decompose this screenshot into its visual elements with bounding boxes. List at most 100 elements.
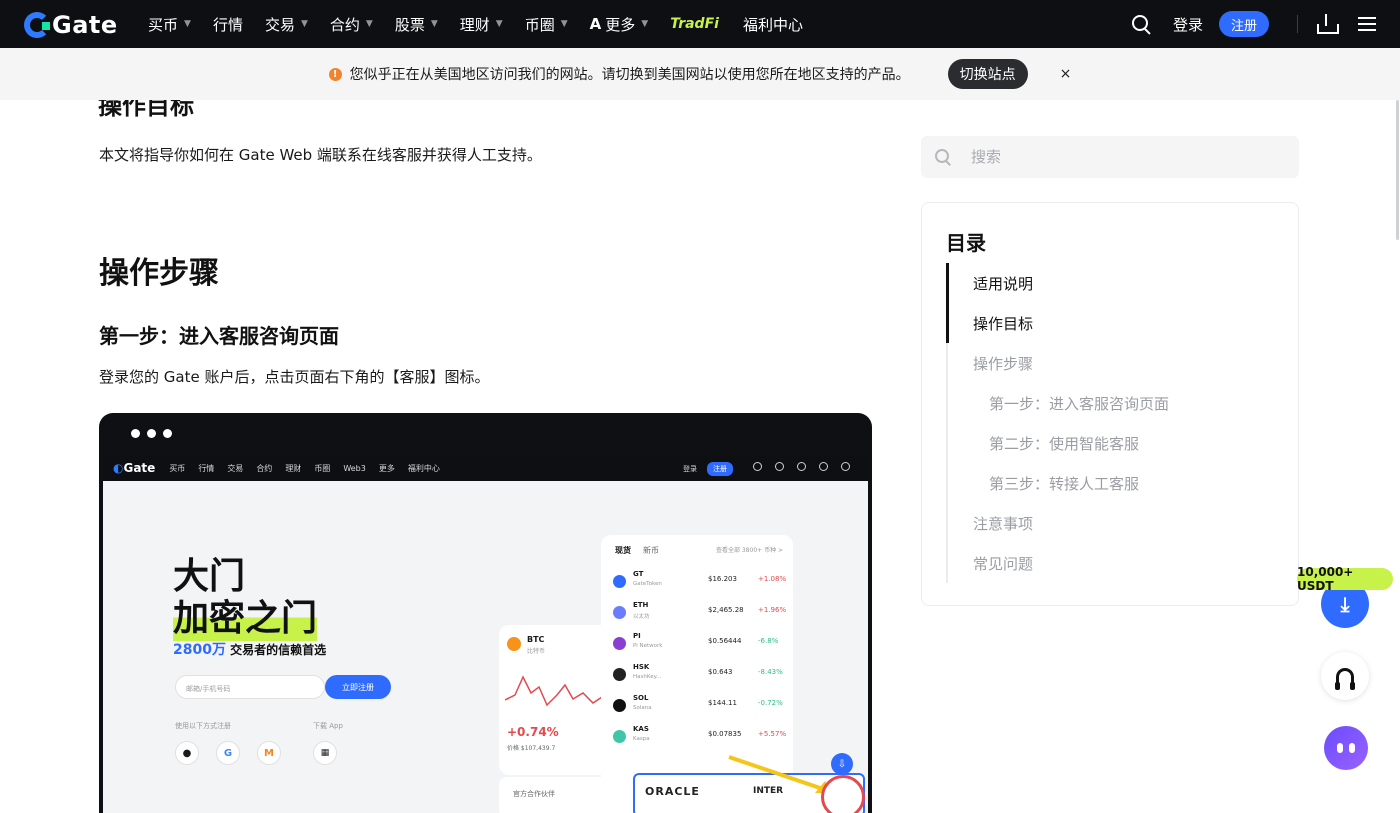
mock-download-icon: ⇩ — [831, 753, 853, 775]
coin-change: +1.96% — [758, 606, 787, 614]
floating-chatbot-button[interactable] — [1324, 726, 1368, 770]
nav-label: 股票 — [394, 15, 425, 34]
mock-other-login-label: 使用以下方式注册 — [175, 722, 231, 730]
mock-nav-item: 理财 — [285, 463, 302, 473]
mock-nav-item: 买币 — [169, 463, 186, 473]
mock-nav-item: 交易 — [227, 463, 244, 473]
nav-item-tradfi[interactable]: TradFi — [670, 16, 719, 32]
mock-btc-card: BTC 比特币 +0.74% 价格 $107,439.7 — [499, 625, 611, 775]
coin-sub: HashKey... — [633, 674, 662, 680]
login-button[interactable]: 登录 — [1173, 14, 1203, 35]
mock-social-row: ● G M — [175, 741, 298, 765]
toc-item-step3[interactable]: 第三步：转接人工客服 — [989, 473, 1139, 494]
nav-item-welfare-center[interactable]: 福利中心 — [743, 14, 803, 35]
help-search-input[interactable] — [971, 136, 1281, 178]
switch-site-button[interactable]: 切换站点 — [947, 59, 1028, 89]
coin-sub: Pi Network — [633, 643, 663, 649]
chatbot-icon — [1337, 743, 1343, 753]
mock-register-now-button: 立即注册 — [325, 675, 391, 699]
toc-item-step2[interactable]: 第二步：使用智能客服 — [989, 433, 1139, 454]
metamask-icon: M — [257, 741, 281, 765]
toc-item-steps[interactable]: 操作步骤 — [973, 353, 1033, 374]
caret-down-icon: ▼ — [560, 19, 568, 29]
nav-item-trade[interactable]: 交易 ▼ — [265, 14, 308, 35]
nav-item-more[interactable]: A 更多 ▼ — [590, 14, 649, 35]
google-icon: G — [216, 741, 240, 765]
coin-price: $2,465.28 — [708, 606, 744, 614]
coin-name: GT — [633, 570, 644, 578]
nav-item-futures[interactable]: 合约 ▼ — [330, 14, 373, 35]
gate-logo[interactable]: Gate — [24, 11, 118, 39]
coin-change: -6.8% — [758, 637, 779, 645]
nav-divider — [1297, 15, 1298, 33]
nav-item-markets[interactable]: 行情 — [213, 14, 243, 35]
caret-down-icon: ▼ — [495, 19, 503, 29]
coin-sub: 以太坊 — [633, 614, 650, 620]
mock-coin-row: KAS Kaspa $0.07835 +5.57% — [613, 724, 786, 752]
caret-down-icon: ▼ — [300, 19, 308, 29]
help-search-box — [921, 136, 1299, 178]
mock-tools — [753, 462, 863, 471]
coin-price: $0.07835 — [708, 730, 742, 738]
mock-coin-row: HSK HashKey... $0.643 -8.43% — [613, 662, 785, 690]
register-button[interactable]: 注册 — [1218, 11, 1269, 37]
mock-btc-price: 价格 $107,439.7 — [507, 745, 556, 752]
top-navigation-bar: Gate 买币 ▼ 行情 交易 ▼ 合约 ▼ 股票 ▼ 理财 ▼ 币圈 ▼ A 更多 ▼ Tra… — [0, 0, 1400, 48]
section-heading-steps: 操作步骤 — [99, 256, 219, 291]
region-notice-banner: ! 您似乎正在从美国地区访问我们的网站。请切换到美国网站以使用您所在地区支持的产… — [0, 48, 1400, 100]
nav-item-stocks[interactable]: 股票 ▼ — [395, 14, 438, 35]
coin-change: -8.43% — [758, 668, 783, 676]
region-notice-text: 您似乎正在从美国地区访问我们的网站。请切换到美国网站以使用您所在地区支持的产品。 — [349, 67, 910, 83]
mock-login: 登录 — [683, 465, 697, 473]
toc-item-scope[interactable]: 适用说明 — [973, 273, 1033, 294]
nav-item-earn[interactable]: 理财 ▼ — [460, 14, 503, 35]
nav-item-community[interactable]: 币圈 ▼ — [525, 14, 568, 35]
coin-name: SOL — [633, 694, 649, 702]
mock-nav-item: 更多 — [378, 463, 395, 473]
nav-label: 币圈 — [524, 15, 555, 34]
coin-sub: GateToken — [633, 581, 662, 587]
toc-item-goal[interactable]: 操作目标 — [973, 313, 1033, 334]
toc-item-faq[interactable]: 常见问题 — [973, 553, 1033, 574]
coin-name: HSK — [633, 663, 650, 671]
mock-page: ◐Gate 买币 行情 交易 合约 理财 币圈 Web3 更多 福利中心 登录 … — [103, 455, 868, 813]
download-icon[interactable] — [1316, 14, 1339, 34]
nav-label: 交易 — [264, 15, 295, 34]
menu-icon[interactable] — [1358, 17, 1376, 31]
search-icon[interactable] — [1131, 14, 1151, 34]
toc-item-step1[interactable]: 第一步：进入客服咨询页面 — [989, 393, 1169, 414]
close-icon[interactable]: × — [1060, 66, 1072, 82]
mock-tool-icon — [797, 462, 806, 471]
step1-screenshot-image: ◐Gate 买币 行情 交易 合约 理财 币圈 Web3 更多 福利中心 登录 … — [99, 413, 872, 813]
coin-sub: Kaspa — [633, 736, 650, 742]
btc-coin-icon — [507, 637, 521, 651]
mock-btc-sparkline — [505, 675, 605, 707]
caret-down-icon: ▼ — [430, 19, 438, 29]
mock-tool-icon — [819, 462, 828, 471]
mock-nav-item: 福利中心 — [407, 463, 440, 473]
nav-item-buy-crypto[interactable]: 买币 ▼ — [148, 14, 191, 35]
mock-market-tab: 现货 — [615, 546, 631, 555]
coin-price: $0.643 — [708, 668, 733, 676]
caret-down-icon: ▼ — [365, 19, 373, 29]
page-scrollbar[interactable] — [1396, 100, 1399, 240]
table-of-contents: 目录 适用说明 操作目标 操作步骤 第一步：进入客服咨询页面 第二步：使用智能客… — [921, 202, 1299, 606]
floating-support-button[interactable] — [1321, 652, 1369, 700]
mock-coin-row: GT GateToken $16.203 +1.08% — [613, 569, 786, 597]
mock-nav-item: 合约 — [256, 463, 273, 473]
coin-name: KAS — [633, 725, 649, 733]
mock-btc-sub: 比特币 — [527, 648, 546, 655]
coin-change: -0.72% — [758, 699, 783, 707]
nav-label: 合约 — [329, 15, 360, 34]
mock-market-card: 现货 新币 查看全部 3800+ 币种 > GT GateToken $16.203… — [601, 535, 793, 785]
toc-item-notes[interactable]: 注意事项 — [973, 513, 1033, 534]
caret-down-icon: ▼ — [641, 19, 649, 29]
nav-label: 行情 — [212, 15, 243, 34]
main-nav: 买币 ▼ 行情 交易 ▼ 合约 ▼ 股票 ▼ 理财 ▼ 币圈 ▼ A 更多 ▼ TradFi 福… — [148, 0, 825, 48]
mock-btc-change: +0.74% — [507, 725, 559, 739]
mock-market-tab: 新币 — [643, 546, 659, 555]
toc-rail-active-indicator — [946, 263, 949, 343]
gate-logo-text: Gate — [52, 11, 118, 39]
ai-icon: A — [589, 15, 602, 33]
promo-badge[interactable]: 10,000+ USDT — [1297, 565, 1393, 593]
